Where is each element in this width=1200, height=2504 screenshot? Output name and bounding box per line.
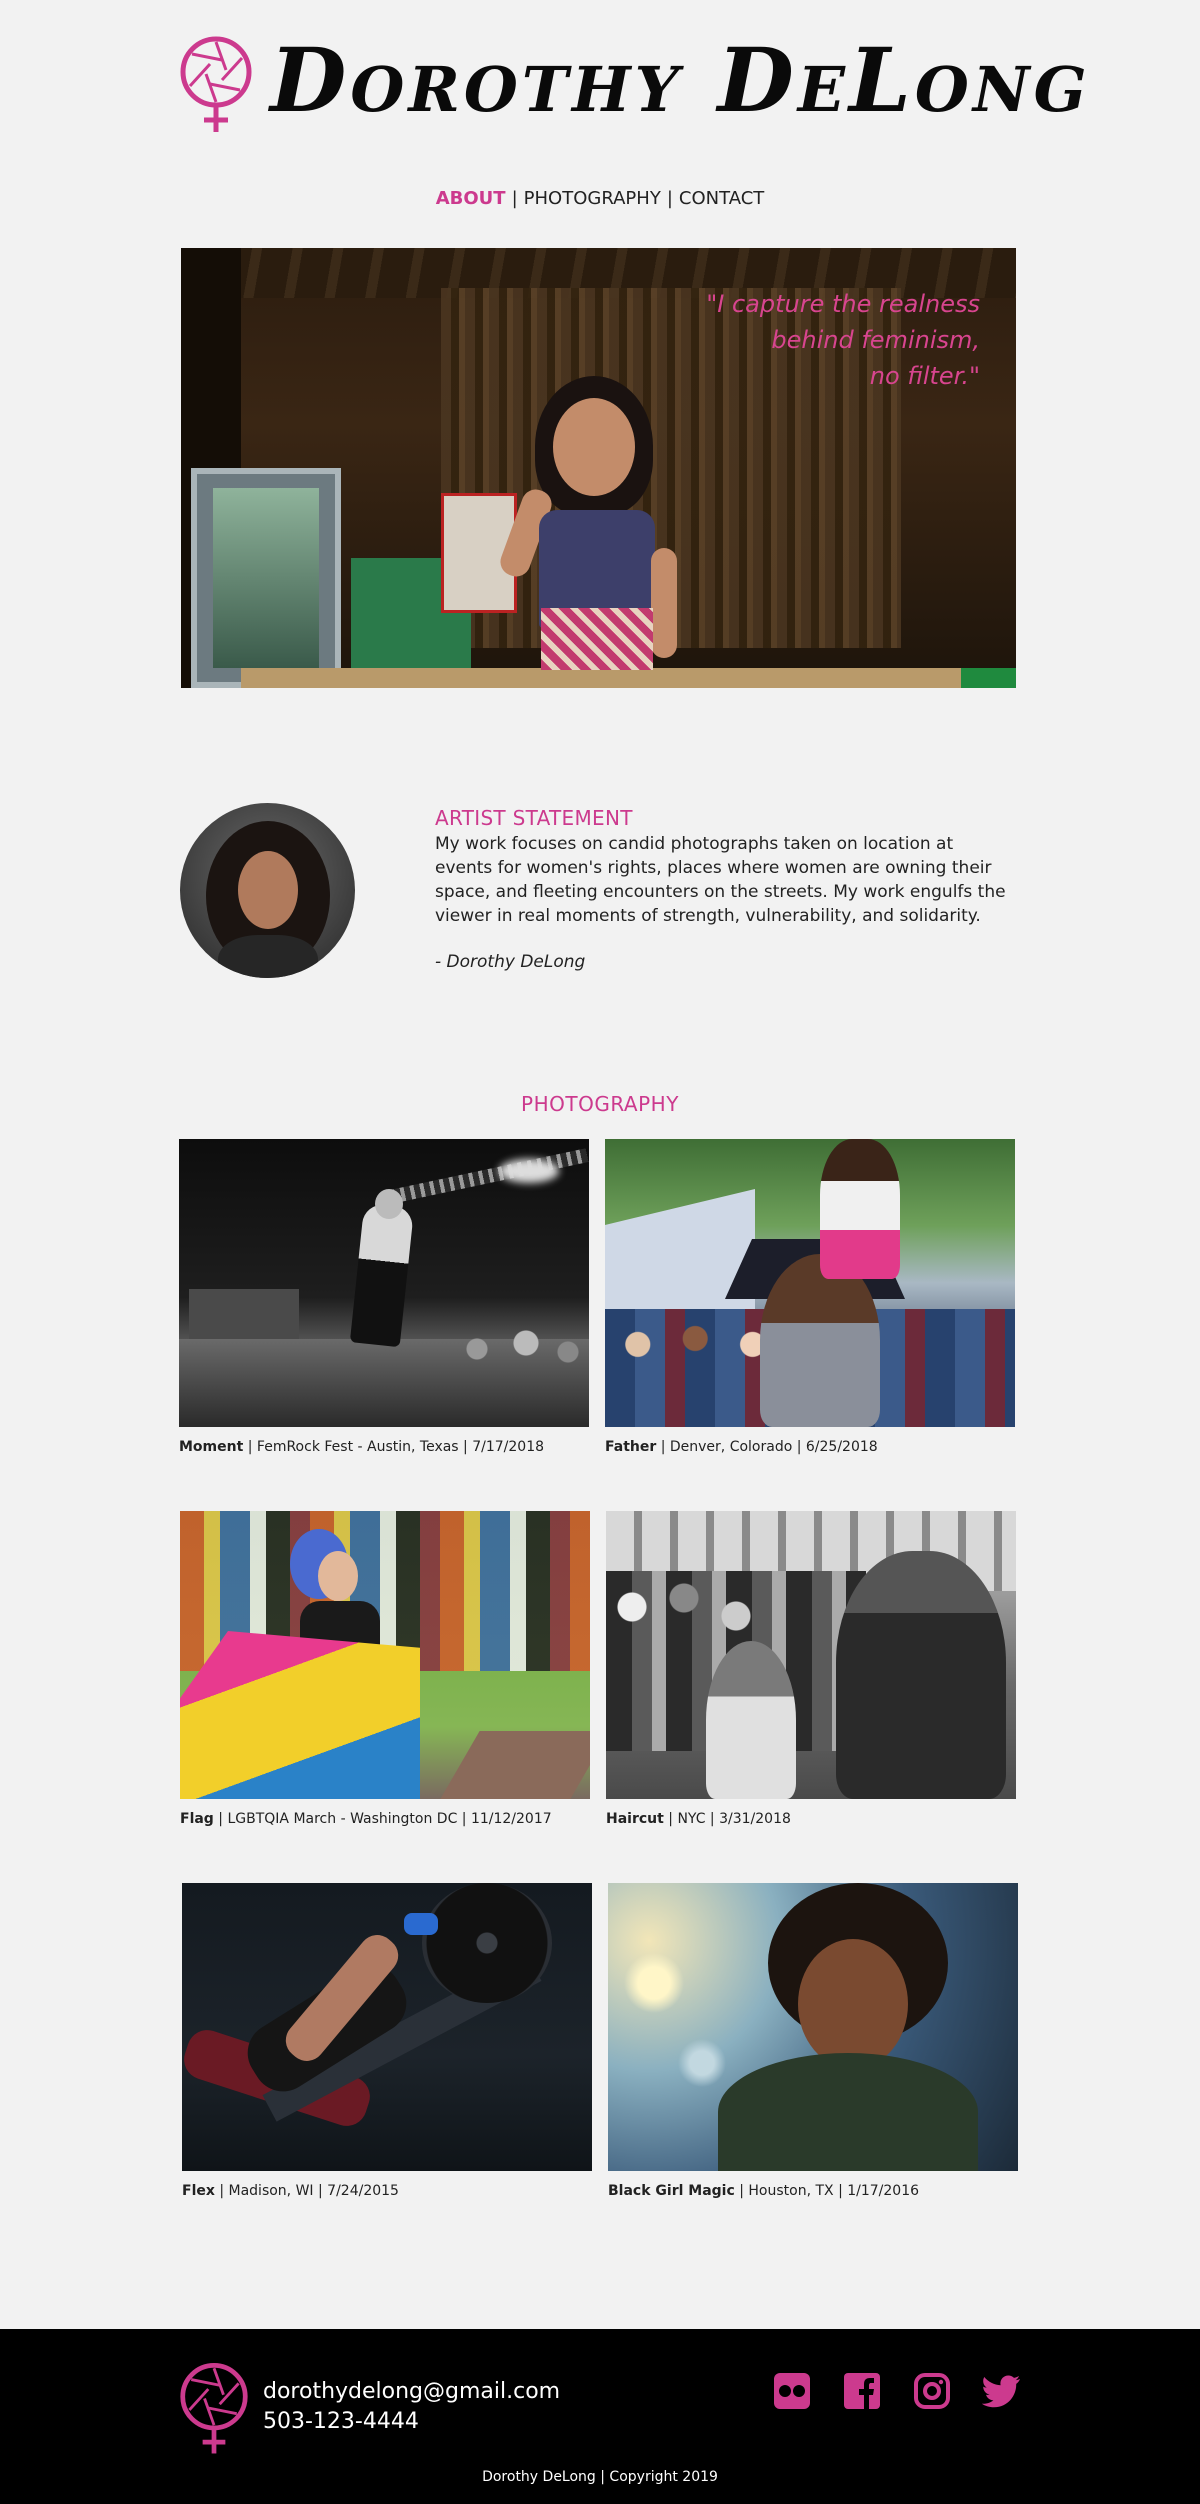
hero-table-edge [241, 668, 961, 688]
site-footer: dorothydelong@gmail.com 503-123-4444 Dor… [0, 2329, 1200, 2504]
photo-title: Father [605, 1439, 657, 1455]
artist-statement-text: ARTIST STATEMENT My work focuses on cand… [435, 806, 1015, 972]
hero-quote-line: no filter." [869, 362, 980, 390]
photo-father[interactable] [605, 1139, 1015, 1427]
footer-contact: dorothydelong@gmail.com 503-123-4444 [263, 2377, 560, 2437]
photo-title: Moment [179, 1439, 244, 1455]
hero-quote-line: behind feminism, [771, 326, 980, 354]
photo-title: Flex [182, 2183, 215, 2199]
social-links [772, 2371, 1022, 2411]
nav-link-about[interactable]: ABOUT [436, 188, 506, 209]
photo-details: | FemRock Fest - Austin, Texas | 7/17/20… [243, 1439, 545, 1455]
photo-black-girl-magic[interactable] [608, 1883, 1018, 2171]
photo-flag[interactable] [180, 1511, 590, 1799]
hero-girl-skirt [541, 608, 653, 670]
hero-quote: "I capture the realness behind feminism,… [706, 286, 980, 394]
footer-email[interactable]: dorothydelong@gmail.com [263, 2377, 560, 2407]
photography-heading: PHOTOGRAPHY [521, 1092, 679, 1116]
twitter-icon[interactable] [982, 2371, 1022, 2411]
site-header: Dorothy DeLong [0, 0, 1200, 170]
photo-flex[interactable] [182, 1883, 592, 2171]
nav-link-photography[interactable]: PHOTOGRAPHY [524, 188, 661, 209]
copyright: Dorothy DeLong | Copyright 2019 [482, 2469, 718, 2485]
photo-moment[interactable] [179, 1139, 589, 1427]
main-nav: ABOUT | PHOTOGRAPHY | CONTACT [0, 188, 1200, 209]
hero-image: "I capture the realness behind feminism,… [181, 248, 1016, 688]
nav-link-contact[interactable]: CONTACT [679, 188, 764, 209]
photo-caption: Black Girl Magic | Houston, TX | 1/17/20… [608, 2183, 919, 2199]
hero-girl-arm [651, 548, 677, 658]
aperture-female-symbol-icon[interactable] [178, 2359, 250, 2457]
flickr-icon[interactable] [772, 2371, 812, 2411]
photo-title: Black Girl Magic [608, 2183, 735, 2199]
hero-quote-line: "I capture the realness [706, 290, 980, 318]
photo-title: Flag [180, 1811, 214, 1827]
aperture-female-symbol-icon[interactable] [178, 34, 254, 134]
photo-haircut[interactable] [606, 1511, 1016, 1799]
photo-caption: Father | Denver, Colorado | 6/25/2018 [605, 1439, 878, 1455]
photo-caption: Flag | LGBTQIA March - Washington DC | 1… [180, 1811, 552, 1827]
photo-details: | Houston, TX | 1/17/2016 [734, 2183, 920, 2199]
artist-statement-body: My work focuses on candid photographs ta… [435, 834, 1006, 926]
hero-girl-face [553, 398, 635, 496]
photo-caption: Flex | Madison, WI | 7/24/2015 [182, 2183, 399, 2199]
site-title[interactable]: Dorothy DeLong [270, 36, 1091, 124]
photo-details: | NYC | 3/31/2018 [663, 1811, 791, 1827]
photo-caption: Moment | FemRock Fest - Austin, Texas | … [179, 1439, 544, 1455]
photo-details: | Madison, WI | 7/24/2015 [214, 2183, 399, 2199]
photo-details: | LGBTQIA March - Washington DC | 11/12/… [213, 1811, 552, 1827]
facebook-icon[interactable] [842, 2371, 882, 2411]
hero-green-edge [961, 668, 1016, 688]
artist-statement-section: ARTIST STATEMENT My work focuses on cand… [0, 800, 1200, 990]
instagram-icon[interactable] [912, 2371, 952, 2411]
nav-separator: | [666, 188, 673, 209]
artist-statement-heading: ARTIST STATEMENT [435, 806, 633, 830]
hero-fridge [191, 468, 341, 688]
artist-avatar [180, 803, 355, 978]
photo-caption: Haircut | NYC | 3/31/2018 [606, 1811, 791, 1827]
photo-title: Haircut [606, 1811, 664, 1827]
artist-signature: - Dorothy DeLong [435, 952, 586, 972]
photo-details: | Denver, Colorado | 6/25/2018 [656, 1439, 878, 1455]
footer-phone[interactable]: 503-123-4444 [263, 2407, 560, 2437]
nav-separator: | [511, 188, 518, 209]
